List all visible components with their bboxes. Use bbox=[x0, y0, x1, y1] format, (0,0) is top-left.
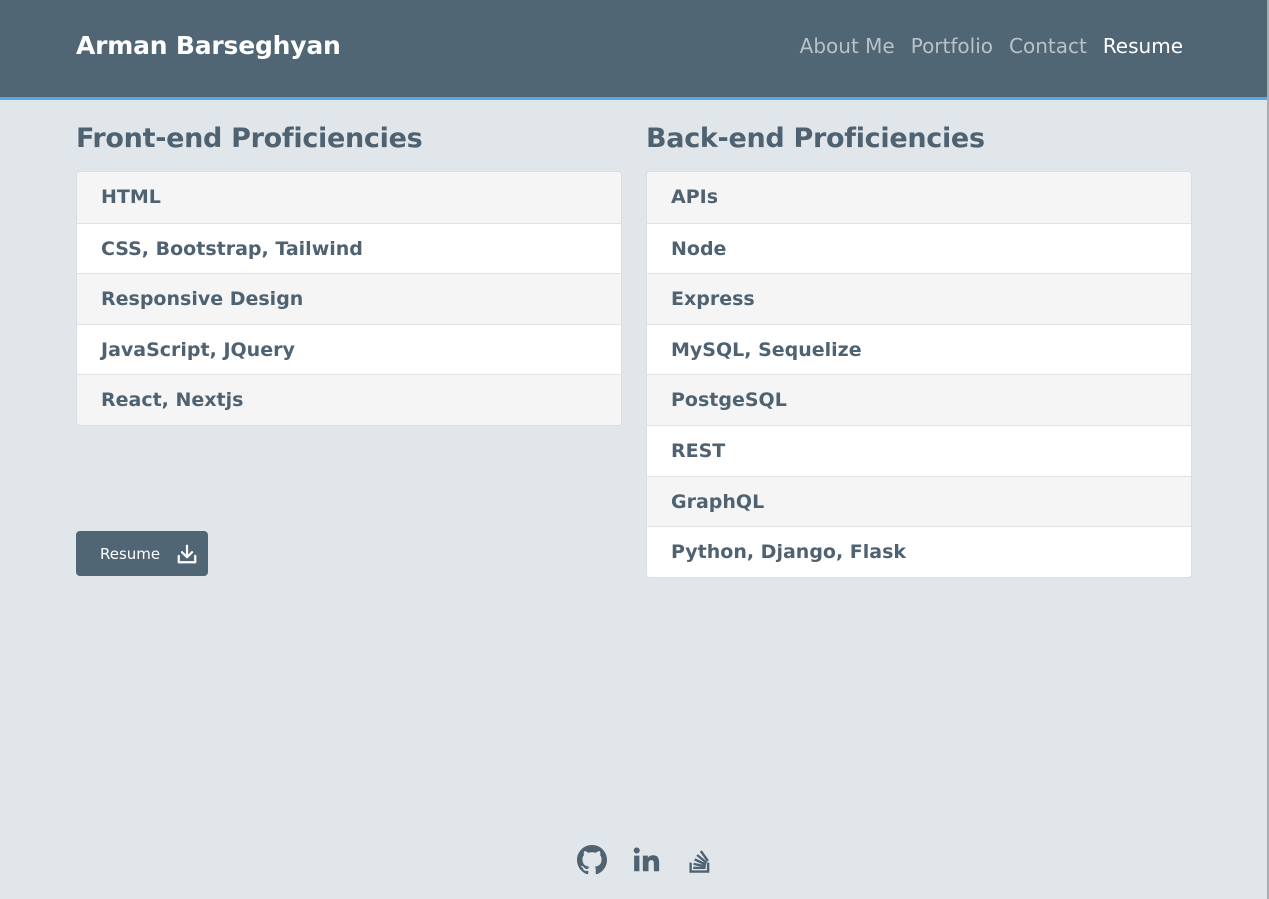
list-item: GraphQL bbox=[647, 475, 1191, 527]
list-item: REST bbox=[647, 424, 1191, 476]
backend-section: Back-end Proficiencies APIs Node Express… bbox=[646, 120, 1192, 578]
frontend-section: Front-end Proficiencies HTML CSS, Bootst… bbox=[76, 120, 622, 426]
frontend-list: HTML CSS, Bootstrap, Tailwind Responsive… bbox=[76, 171, 622, 426]
list-item: PostgeSQL bbox=[647, 374, 1191, 425]
nav-link-resume[interactable]: Resume bbox=[1103, 34, 1183, 58]
nav-link-about-me[interactable]: About Me bbox=[800, 34, 895, 58]
list-item: Node bbox=[647, 222, 1191, 274]
backend-title: Back-end Proficiencies bbox=[646, 123, 985, 154]
social-links bbox=[577, 845, 715, 875]
list-item: Python, Django, Flask bbox=[647, 526, 1191, 577]
list-item: APIs bbox=[647, 172, 1191, 223]
backend-list: APIs Node Express MySQL, Sequelize Postg… bbox=[646, 171, 1192, 578]
resume-button-label: Resume bbox=[100, 544, 161, 563]
list-item: CSS, Bootstrap, Tailwind bbox=[77, 222, 621, 274]
list-item: Express bbox=[647, 273, 1191, 324]
github-icon[interactable] bbox=[577, 845, 607, 875]
brand-name[interactable]: Arman Barseghyan bbox=[76, 31, 341, 60]
resume-download-button[interactable]: Resume bbox=[76, 531, 208, 576]
linkedin-icon[interactable] bbox=[631, 845, 661, 875]
navbar: Arman Barseghyan About Me Portfolio Cont… bbox=[0, 0, 1267, 100]
list-item: JavaScript, JQuery bbox=[77, 323, 621, 375]
list-item: HTML bbox=[77, 172, 621, 223]
stackoverflow-icon[interactable] bbox=[685, 845, 715, 875]
download-icon bbox=[176, 543, 198, 565]
list-item: MySQL, Sequelize bbox=[647, 323, 1191, 375]
list-item: React, Nextjs bbox=[77, 374, 621, 425]
nav-links: About Me Portfolio Contact Resume bbox=[800, 34, 1183, 58]
nav-link-contact[interactable]: Contact bbox=[1009, 34, 1087, 58]
nav-link-portfolio[interactable]: Portfolio bbox=[911, 34, 993, 58]
frontend-title: Front-end Proficiencies bbox=[76, 123, 423, 154]
list-item: Responsive Design bbox=[77, 273, 621, 324]
